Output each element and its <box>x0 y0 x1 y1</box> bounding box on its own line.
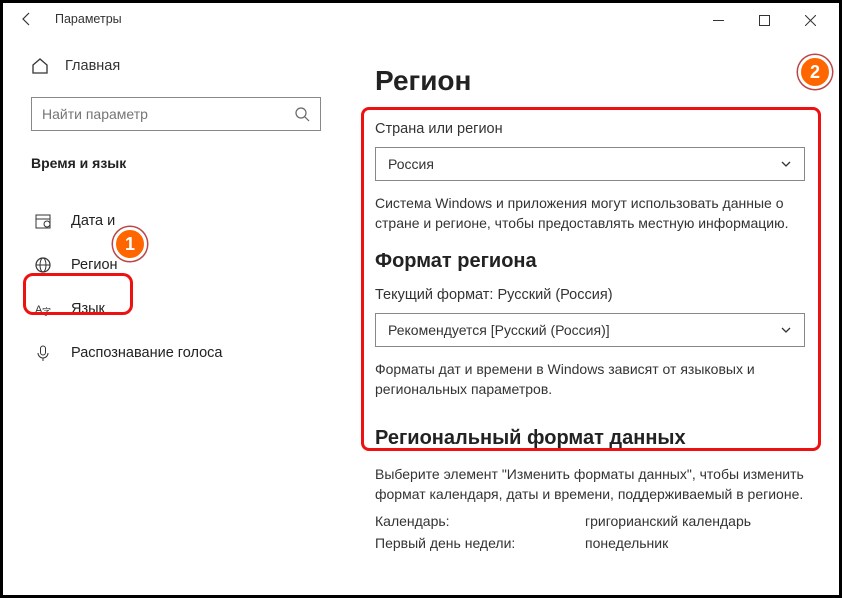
search-field[interactable] <box>42 106 294 122</box>
calendar-value: григорианский календарь <box>585 513 751 529</box>
nav-item-speech[interactable]: Распознавание голоса <box>31 331 331 375</box>
globe-icon <box>33 256 53 274</box>
country-value: Россия <box>388 156 434 172</box>
format-description: Форматы дат и времени в Windows зависят … <box>375 359 805 400</box>
chevron-down-icon <box>780 324 792 336</box>
kv-calendar: Календарь: григорианский календарь <box>375 513 815 529</box>
microphone-icon <box>33 344 53 362</box>
maximize-button[interactable] <box>741 6 787 34</box>
nav-item-language[interactable]: A字 Язык <box>31 287 331 331</box>
nav-item-date[interactable]: Дата и <box>31 199 331 243</box>
regional-heading: Региональный формат данных <box>375 427 815 450</box>
firstday-value: понедельник <box>585 535 668 551</box>
regional-description: Выберите элемент "Изменить форматы данны… <box>375 464 805 505</box>
country-dropdown[interactable]: Россия <box>375 147 805 181</box>
page-title: Регион <box>375 65 815 97</box>
firstday-key: Первый день недели: <box>375 535 585 551</box>
nav-label: Дата и <box>71 213 115 229</box>
language-icon: A字 <box>33 300 53 318</box>
format-dropdown[interactable]: Рекомендуется [Русский (Россия)] <box>375 313 805 347</box>
country-description: Система Windows и приложения могут испол… <box>375 193 805 234</box>
callout-badge-1: 1 <box>113 227 147 261</box>
minimize-button[interactable] <box>695 6 741 34</box>
close-button[interactable] <box>787 6 833 34</box>
home-icon <box>31 57 49 75</box>
country-label: Страна или регион <box>375 121 815 137</box>
svg-text:字: 字 <box>42 306 51 317</box>
search-input[interactable] <box>31 97 321 131</box>
nav-item-region[interactable]: Регион <box>31 243 331 287</box>
home-link[interactable]: Главная <box>31 49 331 83</box>
nav-label: Регион <box>71 257 118 273</box>
back-button[interactable] <box>13 5 41 33</box>
search-icon <box>294 106 310 122</box>
section-heading: Время и язык <box>31 155 331 171</box>
kv-firstday: Первый день недели: понедельник <box>375 535 815 551</box>
home-label: Главная <box>65 58 120 74</box>
format-heading: Формат региона <box>375 250 815 273</box>
format-value: Рекомендуется [Русский (Россия)] <box>388 322 610 338</box>
calendar-key: Календарь: <box>375 513 585 529</box>
chevron-down-icon <box>780 158 792 170</box>
nav-label: Распознавание голоса <box>71 345 223 361</box>
calendar-icon <box>33 212 53 230</box>
window-title: Параметры <box>55 12 122 26</box>
callout-badge-2: 2 <box>798 55 832 89</box>
current-format-label: Текущий формат: Русский (Россия) <box>375 287 815 303</box>
nav-label: Язык <box>71 301 105 317</box>
